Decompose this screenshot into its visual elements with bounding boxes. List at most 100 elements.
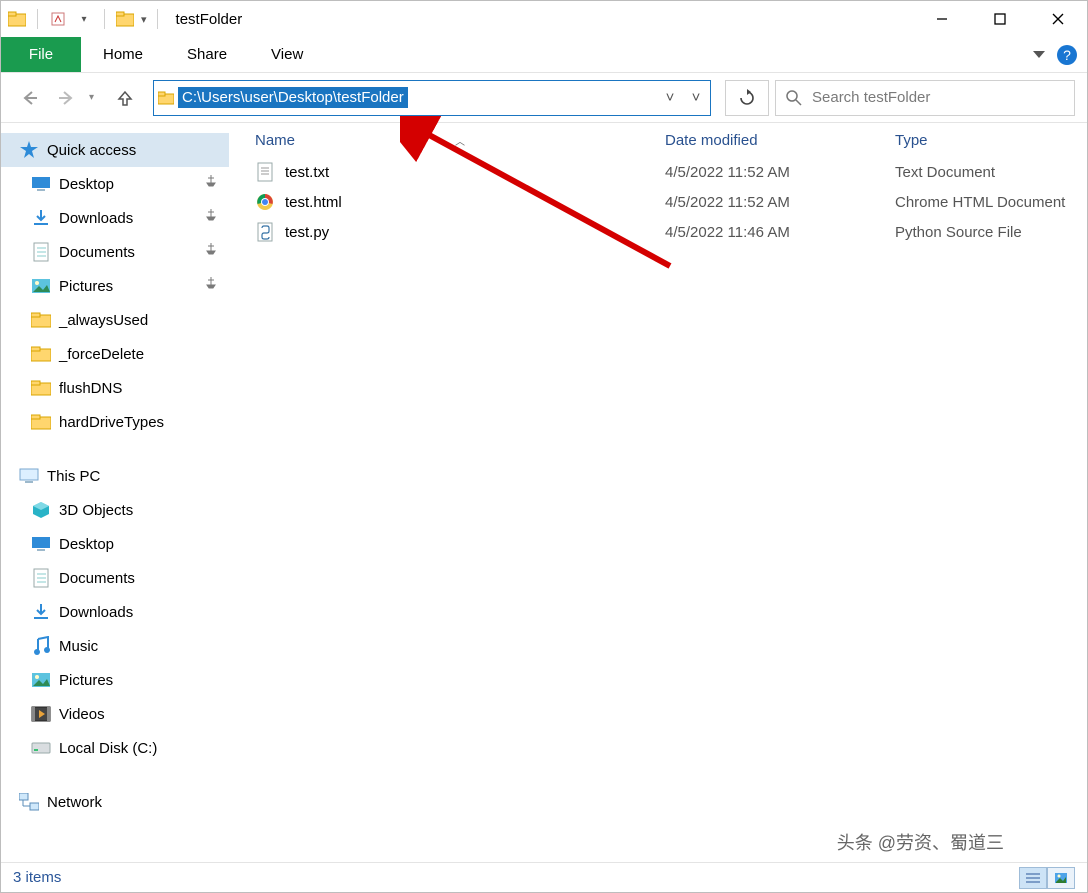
sidebar-item-flushdns[interactable]: flushDNS xyxy=(1,371,229,405)
py-icon xyxy=(255,222,275,242)
forward-button[interactable] xyxy=(51,82,83,114)
properties-icon[interactable] xyxy=(48,9,68,29)
divider xyxy=(157,9,158,29)
minimize-button[interactable] xyxy=(913,1,971,37)
sidebar-item-local-disk-c-[interactable]: Local Disk (C:) xyxy=(1,731,229,765)
search-input[interactable]: Search testFolder xyxy=(775,80,1075,116)
sidebar-item-label: Videos xyxy=(59,706,105,723)
address-text[interactable]: C:\Users\user\Desktop\testFolder xyxy=(178,87,408,108)
sidebar-item-downloads[interactable]: Downloads xyxy=(1,201,229,235)
help-icon[interactable]: ? xyxy=(1057,45,1077,65)
maximize-button[interactable] xyxy=(971,1,1029,37)
sidebar-item-label: flushDNS xyxy=(59,380,122,397)
sidebar-item-label: Music xyxy=(59,638,98,655)
video-icon xyxy=(31,704,51,724)
close-button[interactable] xyxy=(1029,1,1087,37)
sidebar-item--alwaysused[interactable]: _alwaysUsed xyxy=(1,303,229,337)
ribbon-tabs: File Home Share View ? xyxy=(1,37,1087,73)
sidebar-item-desktop[interactable]: Desktop xyxy=(1,167,229,201)
music-icon xyxy=(31,636,51,656)
up-button[interactable] xyxy=(109,82,141,114)
thumbnails-view-button[interactable] xyxy=(1047,867,1075,889)
window-controls xyxy=(913,1,1087,37)
file-type: Text Document xyxy=(895,164,1087,181)
file-name: test.py xyxy=(285,224,329,241)
sidebar-item-label: Desktop xyxy=(59,536,114,553)
sidebar-quick-access[interactable]: Quick access xyxy=(1,133,229,167)
body: Quick access DesktopDownloadsDocumentsPi… xyxy=(1,123,1087,862)
file-type: Python Source File xyxy=(895,224,1087,241)
tab-home[interactable]: Home xyxy=(81,37,165,72)
pictures-icon xyxy=(31,276,51,296)
details-view-button[interactable] xyxy=(1019,867,1047,889)
sidebar-item-harddrivetypes[interactable]: hardDriveTypes xyxy=(1,405,229,439)
quick-access-toolbar: ▾ ▾ xyxy=(7,9,162,29)
divider xyxy=(104,9,105,29)
sidebar-item-pictures[interactable]: Pictures xyxy=(1,663,229,697)
sidebar-item-label: hardDriveTypes xyxy=(59,414,164,431)
sidebar-item-3d-objects[interactable]: 3D Objects xyxy=(1,493,229,527)
desktop-icon xyxy=(31,174,51,194)
address-bar[interactable]: C:\Users\user\Desktop\testFolder ˅ ˅ xyxy=(153,80,711,116)
file-tab[interactable]: File xyxy=(1,37,81,72)
sidebar-item-label: _forceDelete xyxy=(59,346,144,363)
refresh-button[interactable] xyxy=(725,80,769,116)
file-list[interactable]: test.txt4/5/2022 11:52 AMText Documentte… xyxy=(229,157,1087,862)
qat-dropdown-icon[interactable]: ▾ xyxy=(74,9,94,29)
folder-icon xyxy=(154,91,178,105)
chevron-down-icon[interactable]: ˅ xyxy=(682,89,710,106)
folder-icon xyxy=(31,412,51,432)
file-type: Chrome HTML Document xyxy=(895,194,1087,211)
document-icon xyxy=(31,568,51,588)
sidebar-network[interactable]: Network xyxy=(1,785,229,819)
title-overflow-icon[interactable]: ▾ xyxy=(141,13,147,26)
file-pane: Name︿ Date modified Type test.txt4/5/202… xyxy=(229,123,1087,862)
history-dropdown-icon[interactable]: ▾ xyxy=(89,92,103,103)
pin-icon xyxy=(205,243,217,261)
file-row[interactable]: test.py4/5/2022 11:46 AMPython Source Fi… xyxy=(245,217,1087,247)
chrome-icon xyxy=(255,192,275,212)
sort-icon: ︿ xyxy=(455,137,465,148)
file-name: test.txt xyxy=(285,164,329,181)
download-icon xyxy=(31,602,51,622)
sidebar-item-videos[interactable]: Videos xyxy=(1,697,229,731)
computer-icon xyxy=(19,467,39,485)
back-button[interactable] xyxy=(13,82,45,114)
sidebar-item--forcedelete[interactable]: _forceDelete xyxy=(1,337,229,371)
navigation-pane[interactable]: Quick access DesktopDownloadsDocumentsPi… xyxy=(1,123,229,862)
folder-icon xyxy=(7,9,27,29)
sidebar-item-documents[interactable]: Documents xyxy=(1,235,229,269)
sidebar-item-pictures[interactable]: Pictures xyxy=(1,269,229,303)
column-date-modified[interactable]: Date modified xyxy=(665,132,895,149)
column-name[interactable]: Name︿ xyxy=(245,132,665,149)
sidebar-item-label: Documents xyxy=(59,244,135,261)
search-placeholder: Search testFolder xyxy=(812,89,930,106)
file-row[interactable]: test.txt4/5/2022 11:52 AMText Document xyxy=(245,157,1087,187)
sidebar-item-downloads[interactable]: Downloads xyxy=(1,595,229,629)
pin-icon xyxy=(205,277,217,295)
file-name: test.html xyxy=(285,194,342,211)
folder-title-icon xyxy=(115,9,135,29)
ribbon-collapse-icon[interactable] xyxy=(1033,51,1045,58)
column-headers: Name︿ Date modified Type xyxy=(229,123,1087,157)
tab-view[interactable]: View xyxy=(249,37,325,72)
sidebar-item-label: Pictures xyxy=(59,672,113,689)
sidebar-item-desktop[interactable]: Desktop xyxy=(1,527,229,561)
sidebar-item-music[interactable]: Music xyxy=(1,629,229,663)
network-label: Network xyxy=(47,794,102,811)
file-row[interactable]: test.html4/5/2022 11:52 AMChrome HTML Do… xyxy=(245,187,1087,217)
tab-share[interactable]: Share xyxy=(165,37,249,72)
sidebar-item-label: Pictures xyxy=(59,278,113,295)
column-type[interactable]: Type xyxy=(895,132,1087,149)
search-icon xyxy=(786,90,802,106)
txt-icon xyxy=(255,162,275,182)
sidebar-item-documents[interactable]: Documents xyxy=(1,561,229,595)
folder-icon xyxy=(31,344,51,364)
sidebar-item-label: 3D Objects xyxy=(59,502,133,519)
window-title: testFolder xyxy=(176,11,243,28)
pictures-icon xyxy=(31,670,51,690)
status-bar: 3 items xyxy=(1,862,1087,892)
address-history-icon[interactable]: ˅ xyxy=(658,89,682,106)
sidebar-this-pc[interactable]: This PC xyxy=(1,459,229,493)
folder-icon xyxy=(31,378,51,398)
